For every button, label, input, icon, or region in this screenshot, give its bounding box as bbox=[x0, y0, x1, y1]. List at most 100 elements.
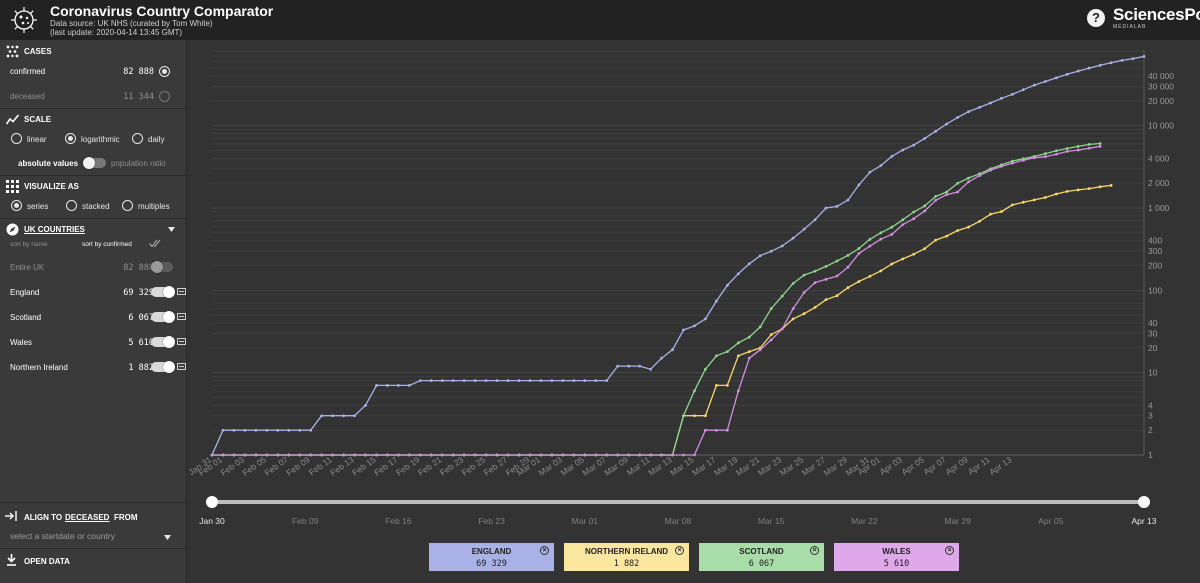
legend-chip-england[interactable]: ENGLAND 69 329 × bbox=[429, 543, 554, 571]
open-data-button[interactable]: OPEN DATA bbox=[24, 557, 70, 566]
data-point bbox=[956, 181, 959, 185]
align-deceased-link[interactable]: DECEASED bbox=[65, 513, 109, 522]
collapse-icon[interactable] bbox=[177, 313, 186, 320]
double-check-icon[interactable] bbox=[149, 239, 163, 248]
collapse-icon[interactable] bbox=[177, 288, 186, 295]
x-tick-label: Mar 21 bbox=[734, 454, 762, 478]
data-point bbox=[835, 259, 839, 263]
sort-by-confirmed-button[interactable]: sort by confirmed bbox=[82, 241, 132, 248]
series-line-northern-ireland bbox=[212, 184, 1112, 456]
entire-uk-toggle[interactable] bbox=[151, 261, 173, 273]
data-point bbox=[627, 364, 631, 368]
confirmed-label[interactable]: confirmed bbox=[10, 67, 45, 76]
data-point bbox=[769, 249, 773, 253]
sciencespo-logo[interactable]: SciencesPo bbox=[1113, 5, 1200, 25]
range-start-handle[interactable] bbox=[206, 496, 218, 508]
deceased-label[interactable]: deceased bbox=[10, 92, 45, 101]
entire-uk-label[interactable]: Entire UK bbox=[10, 263, 44, 272]
population-ratio-toggle[interactable] bbox=[83, 157, 106, 169]
x-tick-label: Apr 09 bbox=[943, 454, 969, 477]
data-point bbox=[572, 379, 576, 383]
data-point bbox=[835, 294, 839, 298]
data-point bbox=[331, 414, 335, 418]
data-point bbox=[967, 180, 970, 184]
country-label-northern-ireland[interactable]: Northern Ireland bbox=[10, 363, 68, 372]
data-point bbox=[221, 453, 225, 457]
legend-chip-northern-ireland[interactable]: NORTHERN IRELAND 1 882 × bbox=[564, 543, 689, 571]
scale-linear-label[interactable]: linear bbox=[27, 135, 47, 144]
data-point bbox=[824, 277, 828, 281]
data-point bbox=[649, 453, 652, 457]
trend-chart-icon bbox=[6, 114, 19, 125]
data-point bbox=[879, 164, 883, 168]
countries-section-header[interactable]: UK COUNTRIES bbox=[0, 220, 187, 240]
x-tick-label: Apr 07 bbox=[922, 454, 948, 477]
chevron-down-icon[interactable] bbox=[164, 535, 171, 540]
x-tick-label: Mar 23 bbox=[756, 454, 784, 478]
data-point bbox=[967, 176, 970, 180]
grid-icon bbox=[6, 180, 19, 193]
data-point bbox=[462, 379, 466, 383]
data-point bbox=[1054, 76, 1058, 80]
scale-log-label[interactable]: logarithmic bbox=[81, 135, 120, 144]
data-point bbox=[583, 453, 587, 457]
data-point bbox=[232, 428, 236, 432]
chevron-down-icon[interactable] bbox=[168, 227, 175, 232]
scale-linear-radio[interactable] bbox=[11, 133, 22, 144]
country-toggle-wales[interactable] bbox=[151, 336, 175, 348]
download-icon[interactable] bbox=[6, 554, 17, 566]
visualize-series-radio[interactable] bbox=[11, 200, 22, 211]
help-icon[interactable]: ? bbox=[1087, 9, 1105, 27]
data-point bbox=[912, 217, 916, 221]
data-point bbox=[901, 223, 905, 227]
sort-by-name-button[interactable]: sort by name bbox=[10, 241, 48, 248]
visualize-multiples-radio[interactable] bbox=[122, 200, 133, 211]
visualize-multiples-label[interactable]: multiples bbox=[138, 202, 170, 211]
countries-title[interactable]: UK COUNTRIES bbox=[24, 225, 85, 234]
remove-icon[interactable]: × bbox=[540, 546, 549, 555]
data-point bbox=[802, 312, 806, 316]
population-ratio-label[interactable]: population ratio bbox=[111, 159, 166, 168]
scale-log-radio[interactable] bbox=[65, 133, 76, 144]
data-point bbox=[353, 453, 356, 457]
data-point bbox=[517, 379, 521, 383]
country-label-england[interactable]: England bbox=[10, 288, 39, 297]
remove-icon[interactable]: × bbox=[810, 546, 819, 555]
country-label-wales[interactable]: Wales bbox=[10, 338, 32, 347]
absolute-values-label[interactable]: absolute values bbox=[18, 159, 78, 168]
range-end-handle[interactable] bbox=[1138, 496, 1150, 508]
slider-tick-label: Feb 16 bbox=[385, 516, 412, 526]
confirmed-radio[interactable] bbox=[159, 66, 170, 77]
collapse-icon[interactable] bbox=[177, 363, 186, 370]
data-point bbox=[528, 379, 532, 383]
country-toggle-northern-ireland[interactable] bbox=[151, 361, 175, 373]
data-point bbox=[429, 453, 433, 457]
x-tick-label: Feb 21 bbox=[416, 454, 444, 478]
country-label-scotland[interactable]: Scotland bbox=[10, 313, 41, 322]
data-point bbox=[890, 154, 894, 158]
collapse-icon[interactable] bbox=[177, 338, 186, 345]
data-point bbox=[791, 317, 795, 321]
remove-icon[interactable]: × bbox=[675, 546, 684, 555]
data-point bbox=[528, 453, 532, 457]
country-toggle-scotland[interactable] bbox=[151, 311, 175, 323]
country-toggle-england[interactable] bbox=[151, 286, 175, 298]
scale-daily-label[interactable]: daily bbox=[148, 135, 164, 144]
y-tick-label: 4 bbox=[1148, 400, 1153, 410]
align-select[interactable]: select a startdate or country bbox=[10, 530, 174, 544]
legend-chip-wales[interactable]: WALES 5 610 × bbox=[834, 543, 959, 571]
legend-chip-scotland[interactable]: SCOTLAND 6 067 × bbox=[699, 543, 824, 571]
data-point bbox=[1011, 161, 1014, 165]
data-point bbox=[243, 428, 247, 432]
data-point bbox=[594, 453, 598, 457]
data-point bbox=[802, 227, 806, 231]
scale-daily-radio[interactable] bbox=[132, 133, 143, 144]
deceased-radio[interactable] bbox=[159, 91, 170, 102]
last-update-text: (last update: 2020-04-14 13:45 GMT) bbox=[50, 28, 183, 37]
visualize-stacked-radio[interactable] bbox=[66, 200, 77, 211]
visualize-stacked-label[interactable]: stacked bbox=[82, 202, 110, 211]
visualize-series-label[interactable]: series bbox=[27, 202, 48, 211]
remove-icon[interactable]: × bbox=[945, 546, 954, 555]
data-point bbox=[1120, 58, 1124, 62]
data-point bbox=[561, 379, 565, 383]
